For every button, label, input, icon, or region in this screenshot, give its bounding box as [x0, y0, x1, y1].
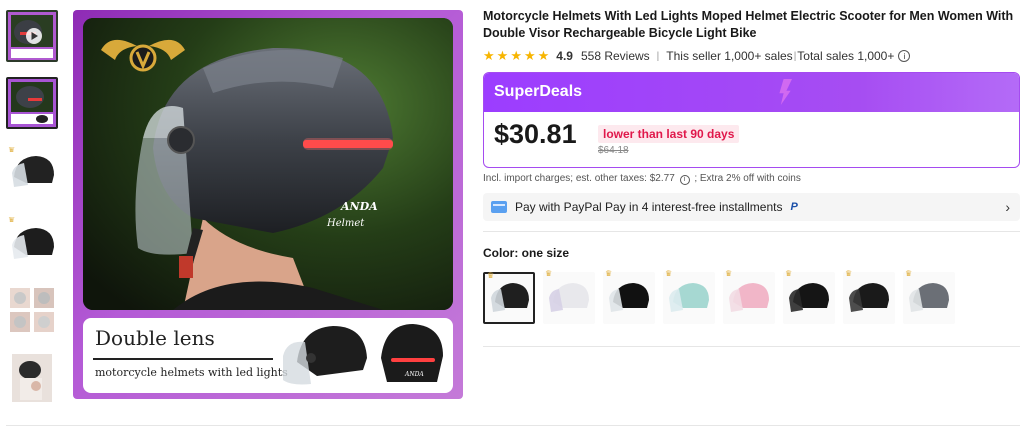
star-icon: ★ [496, 48, 509, 63]
card-icon [491, 200, 507, 213]
lightning-icon [779, 79, 792, 105]
thumbnail-3-image [6, 147, 58, 199]
thumbnail-4-image [6, 217, 58, 269]
thumbnail-2-image [8, 79, 56, 127]
paypal-text: Pay with PayPal Pay in 4 interest-free i… [515, 199, 783, 214]
thumbnail-3[interactable]: ♛ [6, 147, 58, 199]
rating-value: 4.9 [556, 49, 573, 63]
coins-text: ; Extra 2% off with coins [694, 173, 801, 184]
superdeals-box: SuperDeals $30.81 lower than last 90 day… [483, 72, 1020, 168]
current-price: $30.81 [494, 119, 577, 149]
svg-text:ANDA: ANDA [404, 371, 424, 378]
chevron-right-icon: › [1005, 198, 1010, 215]
crown-icon: ♛ [665, 268, 673, 278]
product-info: Motorcycle Helmets With Led Lights Moped… [483, 8, 1020, 347]
product-title: Motorcycle Helmets With Led Lights Moped… [483, 9, 1014, 40]
rating-row: ★ ★ ★ ★ ★ 4.9 558 Reviews | This seller … [483, 48, 1020, 64]
panel-subtitle: motorcycle helmets with led lights [95, 366, 288, 379]
star-icon: ★ [510, 48, 522, 63]
crown-icon: ♛ [605, 268, 613, 278]
crown-icon: ♛ [725, 268, 733, 278]
swatch-black-gold[interactable]: ♛ [783, 268, 835, 324]
color-label-text: Color: [483, 245, 522, 260]
paypal-icon: P [790, 200, 798, 213]
paypal-installments-row[interactable]: Pay with PayPal Pay in 4 interest-free i… [483, 192, 1020, 221]
superdeals-label: SuperDeals [494, 83, 583, 100]
swatch-mint[interactable]: ♛ [663, 268, 715, 324]
price-note-badge: lower than last 90 days [598, 125, 740, 143]
crown-icon: ♛ [487, 270, 495, 280]
star-icon: ★ [537, 48, 550, 63]
thumbnail-video[interactable] [6, 10, 58, 62]
swatch-black-matte[interactable]: ♛ [483, 270, 535, 324]
superdeals-header: SuperDeals [484, 73, 1019, 112]
main-product-image[interactable]: ANDA Helmet Double lens motorcycle helme… [73, 10, 463, 399]
helmet-illustration: ANDA Helmet [83, 18, 453, 310]
panel-divider [93, 358, 273, 360]
divider [483, 345, 1020, 347]
separator: | [793, 50, 797, 62]
swatch-black-gloss[interactable]: ♛ [603, 268, 655, 324]
panel-title: Double lens [95, 326, 215, 350]
color-value: one size [521, 245, 570, 260]
bottom-divider [6, 425, 1020, 426]
reviews-link[interactable]: 558 Reviews [581, 49, 650, 63]
thumbnail-5-image [6, 284, 58, 336]
helmet-brand-1: ANDA [340, 200, 378, 213]
thumbnail-4[interactable]: ♛ [6, 217, 58, 269]
color-swatches: ♛ ♛ ♛ ♛ ♛ ♛ ♛ ♛ [483, 268, 1020, 324]
helmet-brand-2: Helmet [326, 218, 365, 229]
crown-icon: ♛ [545, 268, 553, 278]
separator: | [656, 50, 660, 62]
info-icon[interactable]: i [679, 174, 690, 185]
crown-icon: ♛ [8, 147, 16, 154]
crown-icon: ♛ [845, 268, 853, 278]
crown-icon: ♛ [8, 217, 16, 224]
original-price: $64.18 [598, 145, 629, 156]
thumbnail-5[interactable] [6, 284, 58, 336]
thumbnail-2[interactable] [6, 77, 58, 129]
thumbnail-6[interactable] [6, 352, 58, 404]
helmet-photo: ANDA Helmet [83, 18, 453, 310]
swatch-black[interactable]: ♛ [843, 268, 895, 324]
swatch-white-pink[interactable]: ♛ [543, 268, 595, 324]
color-label: Color: one size [483, 246, 1020, 260]
info-icon[interactable]: i [898, 50, 911, 62]
seller-sales: This seller 1,000+ sales [666, 49, 793, 63]
double-lens-panel: Double lens motorcycle helmets with led … [83, 318, 453, 393]
divider [483, 230, 1020, 232]
crown-icon: ♛ [785, 268, 793, 278]
star-rating: ★ ★ ★ ★ ★ [483, 48, 549, 64]
panel-helmets: ANDA [283, 324, 443, 385]
tax-info: Incl. import charges; est. other taxes: … [483, 173, 1020, 185]
tax-text: Incl. import charges; est. other taxes: … [483, 173, 675, 184]
star-icon: ★ [523, 48, 536, 63]
star-icon: ★ [483, 48, 495, 63]
total-sales: Total sales 1,000+ [797, 49, 895, 63]
swatch-grey-white[interactable]: ♛ [903, 268, 955, 324]
thumbnail-6-image [6, 352, 58, 404]
thumbnail-video-image [6, 10, 58, 62]
crown-icon: ♛ [905, 268, 913, 278]
swatch-pink[interactable]: ♛ [723, 268, 775, 324]
